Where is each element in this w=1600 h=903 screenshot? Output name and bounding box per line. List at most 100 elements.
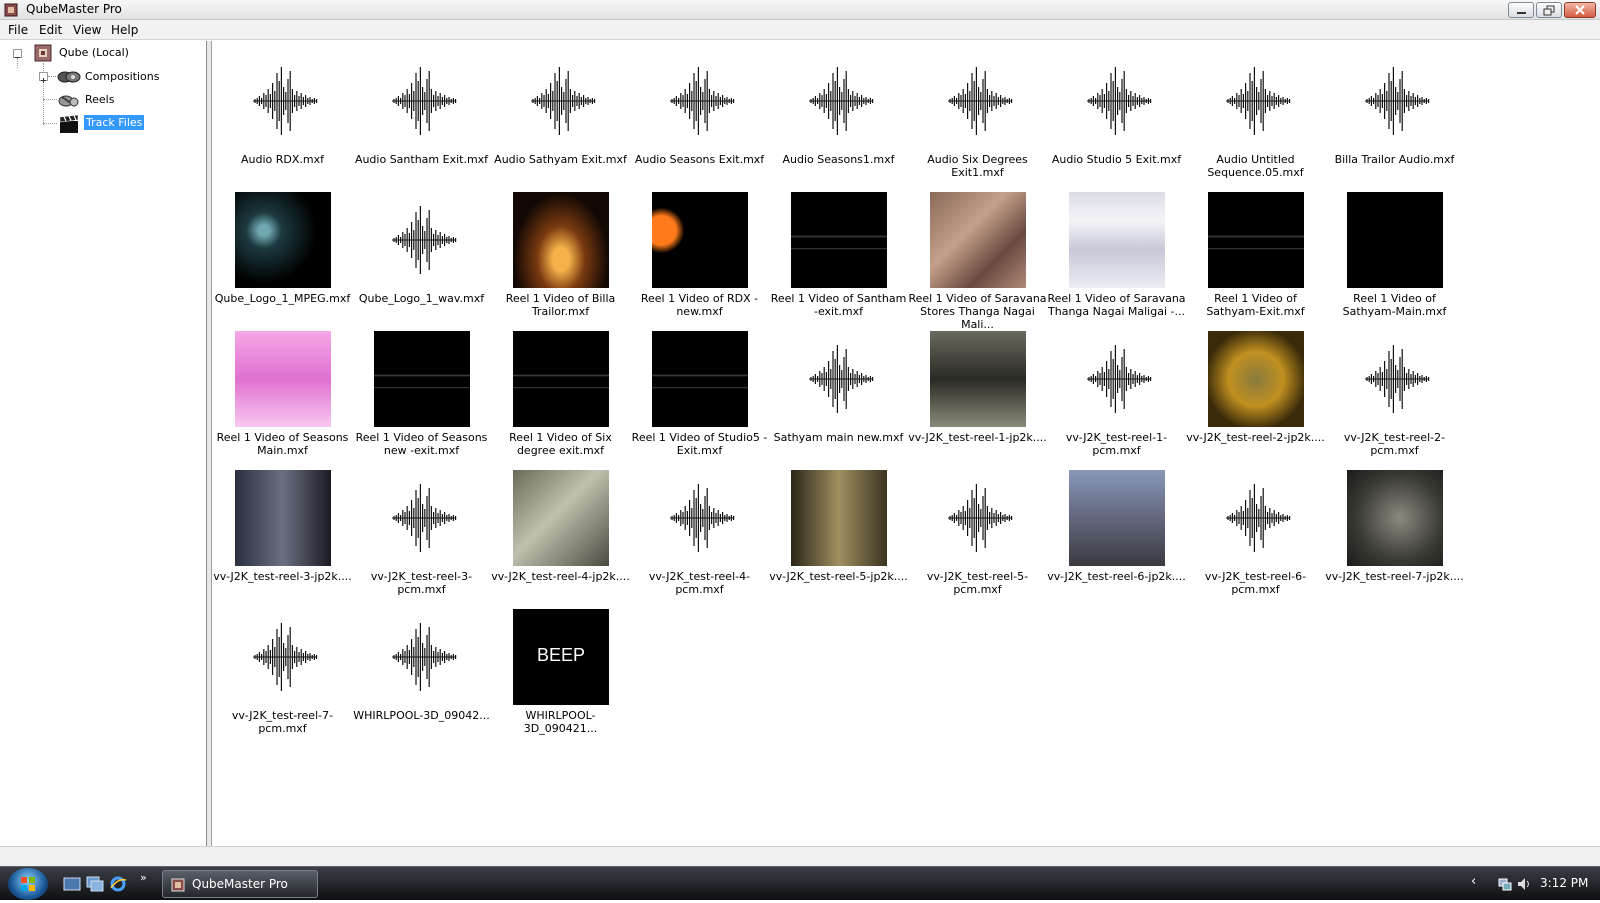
audio-waveform-icon (253, 623, 318, 691)
track-file-name: vv-J2K_test-reel-2-pcm.mxf (1343, 431, 1446, 457)
audio-waveform-icon (1365, 67, 1430, 135)
track-file-item[interactable]: Reel 1 Video of Saravana Thanga Nagai Ma… (1047, 192, 1186, 331)
track-file-item[interactable]: vv-J2K_test-reel-4-jp2k.... (491, 470, 630, 609)
track-file-item[interactable]: Qube_Logo_1_wav.mxf (352, 192, 491, 331)
video-thumbnail (930, 192, 1026, 288)
track-file-item[interactable]: vv-J2K_test-reel-1-jp2k.... (908, 331, 1047, 470)
track-file-item[interactable]: Reel 1 Video of RDX - new.mxf (630, 192, 769, 331)
show-desktop-icon[interactable] (63, 876, 81, 892)
video-thumbnail (1208, 192, 1304, 288)
tree-root-label[interactable]: Qube (Local) (59, 46, 129, 59)
track-file-name: WHIRLPOOL-3D_090421... (523, 709, 598, 735)
track-file-name: vv-J2K_test-reel-2-jp2k.... (1186, 431, 1325, 444)
track-file-item[interactable]: Sathyam main new.mxf (769, 331, 908, 470)
video-thumbnail (791, 470, 887, 566)
menu-view[interactable]: View (69, 22, 105, 38)
audio-waveform-icon (392, 484, 457, 552)
track-file-name: Reel 1 Video of Seasons new -exit.mxf (355, 431, 488, 457)
track-file-item[interactable]: vv-J2K_test-reel-4-pcm.mxf (630, 470, 769, 609)
tray-expand-icon[interactable]: ‹ (1471, 874, 1476, 889)
video-thumbnail (513, 331, 609, 427)
video-thumbnail (1069, 192, 1165, 288)
menu-bar: File Edit View Help (0, 20, 1600, 40)
expand-toggle[interactable] (39, 72, 48, 83)
track-file-item[interactable]: WHIRLPOOL-3D_09042... (352, 609, 491, 748)
track-file-name: Reel 1 Video of Sathyam-Exit.mxf (1206, 292, 1305, 318)
start-button[interactable] (8, 868, 48, 900)
network-icon[interactable] (1497, 876, 1513, 892)
clapperboard-icon (59, 114, 79, 133)
pane-splitter[interactable] (207, 41, 212, 846)
minus-icon (15, 57, 20, 58)
track-file-item[interactable]: Reel 1 Video of Billa Trailor.mxf (491, 192, 630, 331)
track-file-item[interactable]: vv-J2K_test-reel-3-pcm.mxf (352, 470, 491, 609)
menu-file[interactable]: File (4, 22, 32, 38)
track-file-item[interactable]: vv-J2K_test-reel-5-pcm.mxf (908, 470, 1047, 609)
track-file-item[interactable]: vv-J2K_test-reel-5-jp2k.... (769, 470, 908, 609)
track-file-item[interactable]: Reel 1 Video of Santham -exit.mxf (769, 192, 908, 331)
track-file-name: vv-J2K_test-reel-7-jp2k.... (1325, 570, 1464, 583)
track-file-item[interactable]: BEEP WHIRLPOOL-3D_090421... (491, 609, 630, 748)
audio-waveform-icon (670, 67, 735, 135)
track-file-item[interactable]: Audio Studio 5 Exit.mxf (1047, 53, 1186, 192)
internet-explorer-icon[interactable] (109, 876, 127, 892)
tree-item-reels[interactable]: Reels (85, 93, 114, 106)
audio-waveform-icon (948, 67, 1013, 135)
qube-server-icon (34, 44, 52, 62)
video-thumbnail (235, 470, 331, 566)
track-file-name: Audio Seasons1.mxf (782, 153, 895, 166)
track-file-name: Audio Six Degrees Exit1.mxf (927, 153, 1028, 179)
video-thumbnail (1069, 470, 1165, 566)
track-file-item[interactable]: vv-J2K_test-reel-6-pcm.mxf (1186, 470, 1325, 609)
menu-help[interactable]: Help (107, 22, 142, 38)
menu-edit[interactable]: Edit (35, 22, 66, 38)
quicklaunch-more-icon[interactable]: » (140, 871, 147, 884)
track-file-item[interactable]: Audio Six Degrees Exit1.mxf (908, 53, 1047, 192)
track-file-name: vv-J2K_test-reel-1-jp2k.... (908, 431, 1047, 444)
track-file-name: Qube_Logo_1_wav.mxf (358, 292, 485, 305)
track-file-item[interactable]: Reel 1 Video of Saravana Stores Thanga N… (908, 192, 1047, 331)
video-thumbnail (930, 331, 1026, 427)
track-file-item[interactable]: Audio Sathyam Exit.mxf (491, 53, 630, 192)
track-file-item[interactable]: vv-J2K_test-reel-7-jp2k.... (1325, 470, 1464, 609)
track-file-item[interactable]: Audio Santham Exit.mxf (352, 53, 491, 192)
collapse-toggle[interactable] (13, 49, 22, 58)
track-file-item[interactable]: Reel 1 Video of Six degree exit.mxf (491, 331, 630, 470)
track-file-item[interactable]: Audio RDX.mxf (213, 53, 352, 192)
tree-item-compositions[interactable]: Compositions (85, 70, 159, 83)
track-file-item[interactable]: Audio Seasons1.mxf (769, 53, 908, 192)
tree-item-track-files[interactable]: Track Files (82, 114, 146, 131)
system-clock[interactable]: 3:12 PM (1540, 876, 1588, 890)
track-file-item[interactable]: vv-J2K_test-reel-7-pcm.mxf (213, 609, 352, 748)
track-file-name: Audio Santham Exit.mxf (354, 153, 489, 166)
track-file-item[interactable]: vv-J2K_test-reel-2-pcm.mxf (1325, 331, 1464, 470)
track-file-item[interactable]: Reel 1 Video of Seasons Main.mxf (213, 331, 352, 470)
qubemaster-app-icon (171, 878, 185, 892)
track-file-item[interactable]: Reel 1 Video of Sathyam-Exit.mxf (1186, 192, 1325, 331)
track-file-item[interactable]: Reel 1 Video of Seasons new -exit.mxf (352, 331, 491, 470)
reels-icon (58, 95, 79, 107)
track-file-item[interactable]: Reel 1 Video of Studio5 -Exit.mxf (630, 331, 769, 470)
switch-windows-icon[interactable] (86, 876, 104, 892)
minimize-button[interactable] (1508, 2, 1534, 18)
volume-icon[interactable] (1516, 876, 1532, 892)
track-file-item[interactable]: vv-J2K_test-reel-2-jp2k.... (1186, 331, 1325, 470)
track-file-item[interactable]: Qube_Logo_1_MPEG.mxf (213, 192, 352, 331)
track-file-item[interactable]: Reel 1 Video of Sathyam-Main.mxf (1325, 192, 1464, 331)
track-file-name: Reel 1 Video of Saravana Thanga Nagai Ma… (1047, 292, 1186, 318)
track-file-item[interactable]: Audio Seasons Exit.mxf (630, 53, 769, 192)
windows-logo-icon (21, 877, 35, 891)
track-file-item[interactable]: vv-J2K_test-reel-3-jp2k.... (213, 470, 352, 609)
track-file-item[interactable]: vv-J2K_test-reel-6-jp2k.... (1047, 470, 1186, 609)
restore-button[interactable] (1536, 2, 1562, 18)
close-button[interactable] (1564, 2, 1596, 18)
track-file-item[interactable]: Billa Trailor Audio.mxf (1325, 53, 1464, 192)
track-file-item[interactable]: vv-J2K_test-reel-1-pcm.mxf (1047, 331, 1186, 470)
video-thumbnail (1347, 470, 1443, 566)
video-thumbnail (513, 192, 609, 288)
tree-pane: Qube (Local) Compositions Reels Track Fi… (0, 41, 207, 846)
taskbar-button-qubemaster[interactable]: QubeMaster Pro (162, 870, 318, 898)
audio-waveform-icon (392, 206, 457, 274)
track-file-item[interactable]: Audio Untitled Sequence.05.mxf (1186, 53, 1325, 192)
audio-waveform-icon (1226, 484, 1291, 552)
